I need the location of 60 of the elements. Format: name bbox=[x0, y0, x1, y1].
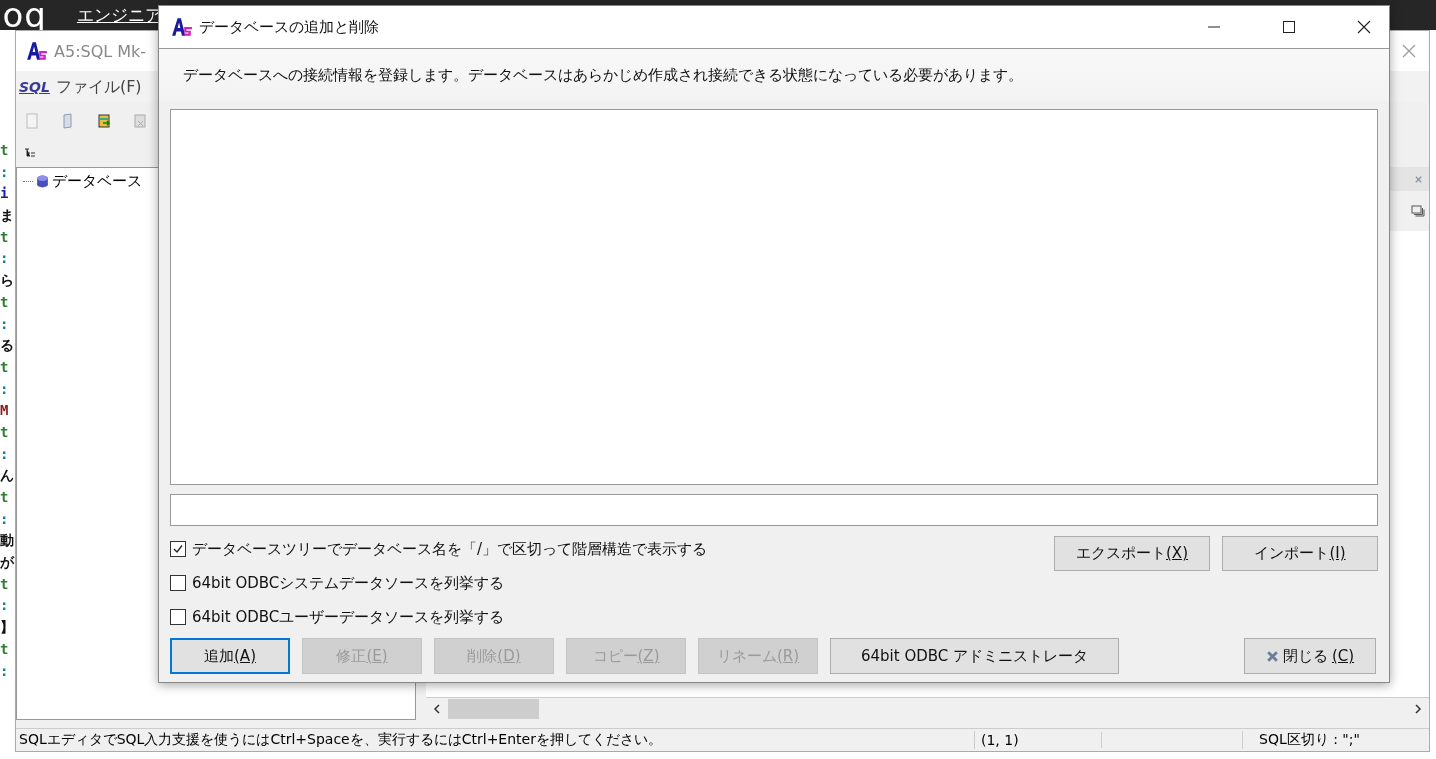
close-button[interactable]: 閉じる (C) bbox=[1244, 638, 1376, 674]
code-fragment: t bbox=[0, 422, 10, 442]
code-fragment: : bbox=[0, 314, 10, 334]
checkbox-option[interactable]: データベースツリーでデータベース名を「/」で区切って階層構造で表示する bbox=[170, 532, 1054, 566]
scroll-left-icon[interactable] bbox=[432, 704, 442, 714]
app-logo-icon bbox=[171, 17, 193, 37]
code-fragment: : bbox=[0, 162, 10, 182]
tree-view-icon[interactable] bbox=[24, 148, 36, 158]
checkmark-icon bbox=[172, 543, 184, 555]
cursor-position: (1, 1) bbox=[975, 732, 1102, 748]
code-fragment: : bbox=[0, 249, 10, 269]
close-icon[interactable] bbox=[1356, 19, 1372, 35]
sql-delimiter: SQL区切り : ";" bbox=[1258, 731, 1360, 749]
code-fragment: t bbox=[0, 292, 10, 312]
code-fragment: : bbox=[0, 661, 10, 681]
checkbox-option[interactable]: 64bit ODBCシステムデータソースを列挙する bbox=[170, 566, 1054, 600]
code-fragment: : bbox=[0, 509, 10, 529]
code-fragment: ま bbox=[0, 206, 15, 226]
dialog-button[interactable]: エクスポート(X) bbox=[1054, 536, 1210, 571]
checkbox[interactable] bbox=[170, 575, 186, 591]
code-fragment: : bbox=[0, 444, 10, 464]
code-fragment: ん bbox=[0, 466, 15, 486]
close-tab-icon[interactable] bbox=[1414, 174, 1423, 184]
sql-icon[interactable]: SQL bbox=[19, 79, 50, 95]
code-fragment: t bbox=[0, 574, 10, 594]
code-fragment: t bbox=[0, 488, 10, 507]
code-fragment: : bbox=[0, 379, 10, 399]
database-icon bbox=[35, 174, 50, 189]
window-title: A5:SQL Mk- bbox=[54, 41, 147, 61]
scroll-right-icon[interactable] bbox=[1413, 704, 1423, 714]
input-field[interactable] bbox=[170, 494, 1378, 526]
description-text: データベースへの接続情報を登録します。データベースはあらかじめ作成され接続できる状態になっている必要があります。 bbox=[159, 49, 1389, 101]
site-logo: loq bbox=[0, 0, 47, 30]
code-fragment: が bbox=[0, 553, 15, 573]
window-restore-icon[interactable] bbox=[1411, 205, 1425, 217]
code-fragment: i bbox=[0, 184, 10, 204]
code-fragment: 動 bbox=[0, 531, 15, 551]
dialog-title: データベースの追加と削除 bbox=[199, 17, 379, 37]
checkbox-option[interactable]: 64bit ODBCユーザーデータソースを列挙する bbox=[170, 600, 1054, 634]
tree-item[interactable]: データベース bbox=[17, 172, 415, 191]
dialog-button[interactable]: 64bit ODBC アドミニストレータ bbox=[830, 638, 1119, 674]
status-hint: SQLエディタでSQL入力支援を使うにはCtrl+Spaceを、実行するにはCtrl+Enterを押してください。 bbox=[16, 731, 975, 749]
code-fragment: t bbox=[0, 639, 10, 659]
code-fragment: t bbox=[0, 141, 10, 160]
maximize-icon[interactable] bbox=[1281, 19, 1297, 35]
close-icon bbox=[1265, 649, 1279, 663]
checkbox[interactable] bbox=[170, 541, 186, 557]
checkbox[interactable] bbox=[170, 609, 186, 625]
scroll-thumb[interactable] bbox=[448, 699, 539, 719]
code-fragment: ら bbox=[0, 271, 15, 291]
code-fragment: 】 bbox=[0, 618, 15, 638]
menu-item[interactable]: ファイル(F) bbox=[55, 76, 142, 98]
app-logo-icon bbox=[26, 41, 48, 61]
code-fragment: : bbox=[0, 596, 10, 616]
code-fragment: t bbox=[0, 357, 10, 377]
dialog-button[interactable]: インポート(I) bbox=[1222, 536, 1378, 571]
code-fragment: る bbox=[0, 336, 15, 356]
code-fragment: t bbox=[0, 227, 10, 247]
code-fragment: M bbox=[0, 401, 10, 421]
dialog-button[interactable]: 追加(A) bbox=[170, 638, 290, 674]
